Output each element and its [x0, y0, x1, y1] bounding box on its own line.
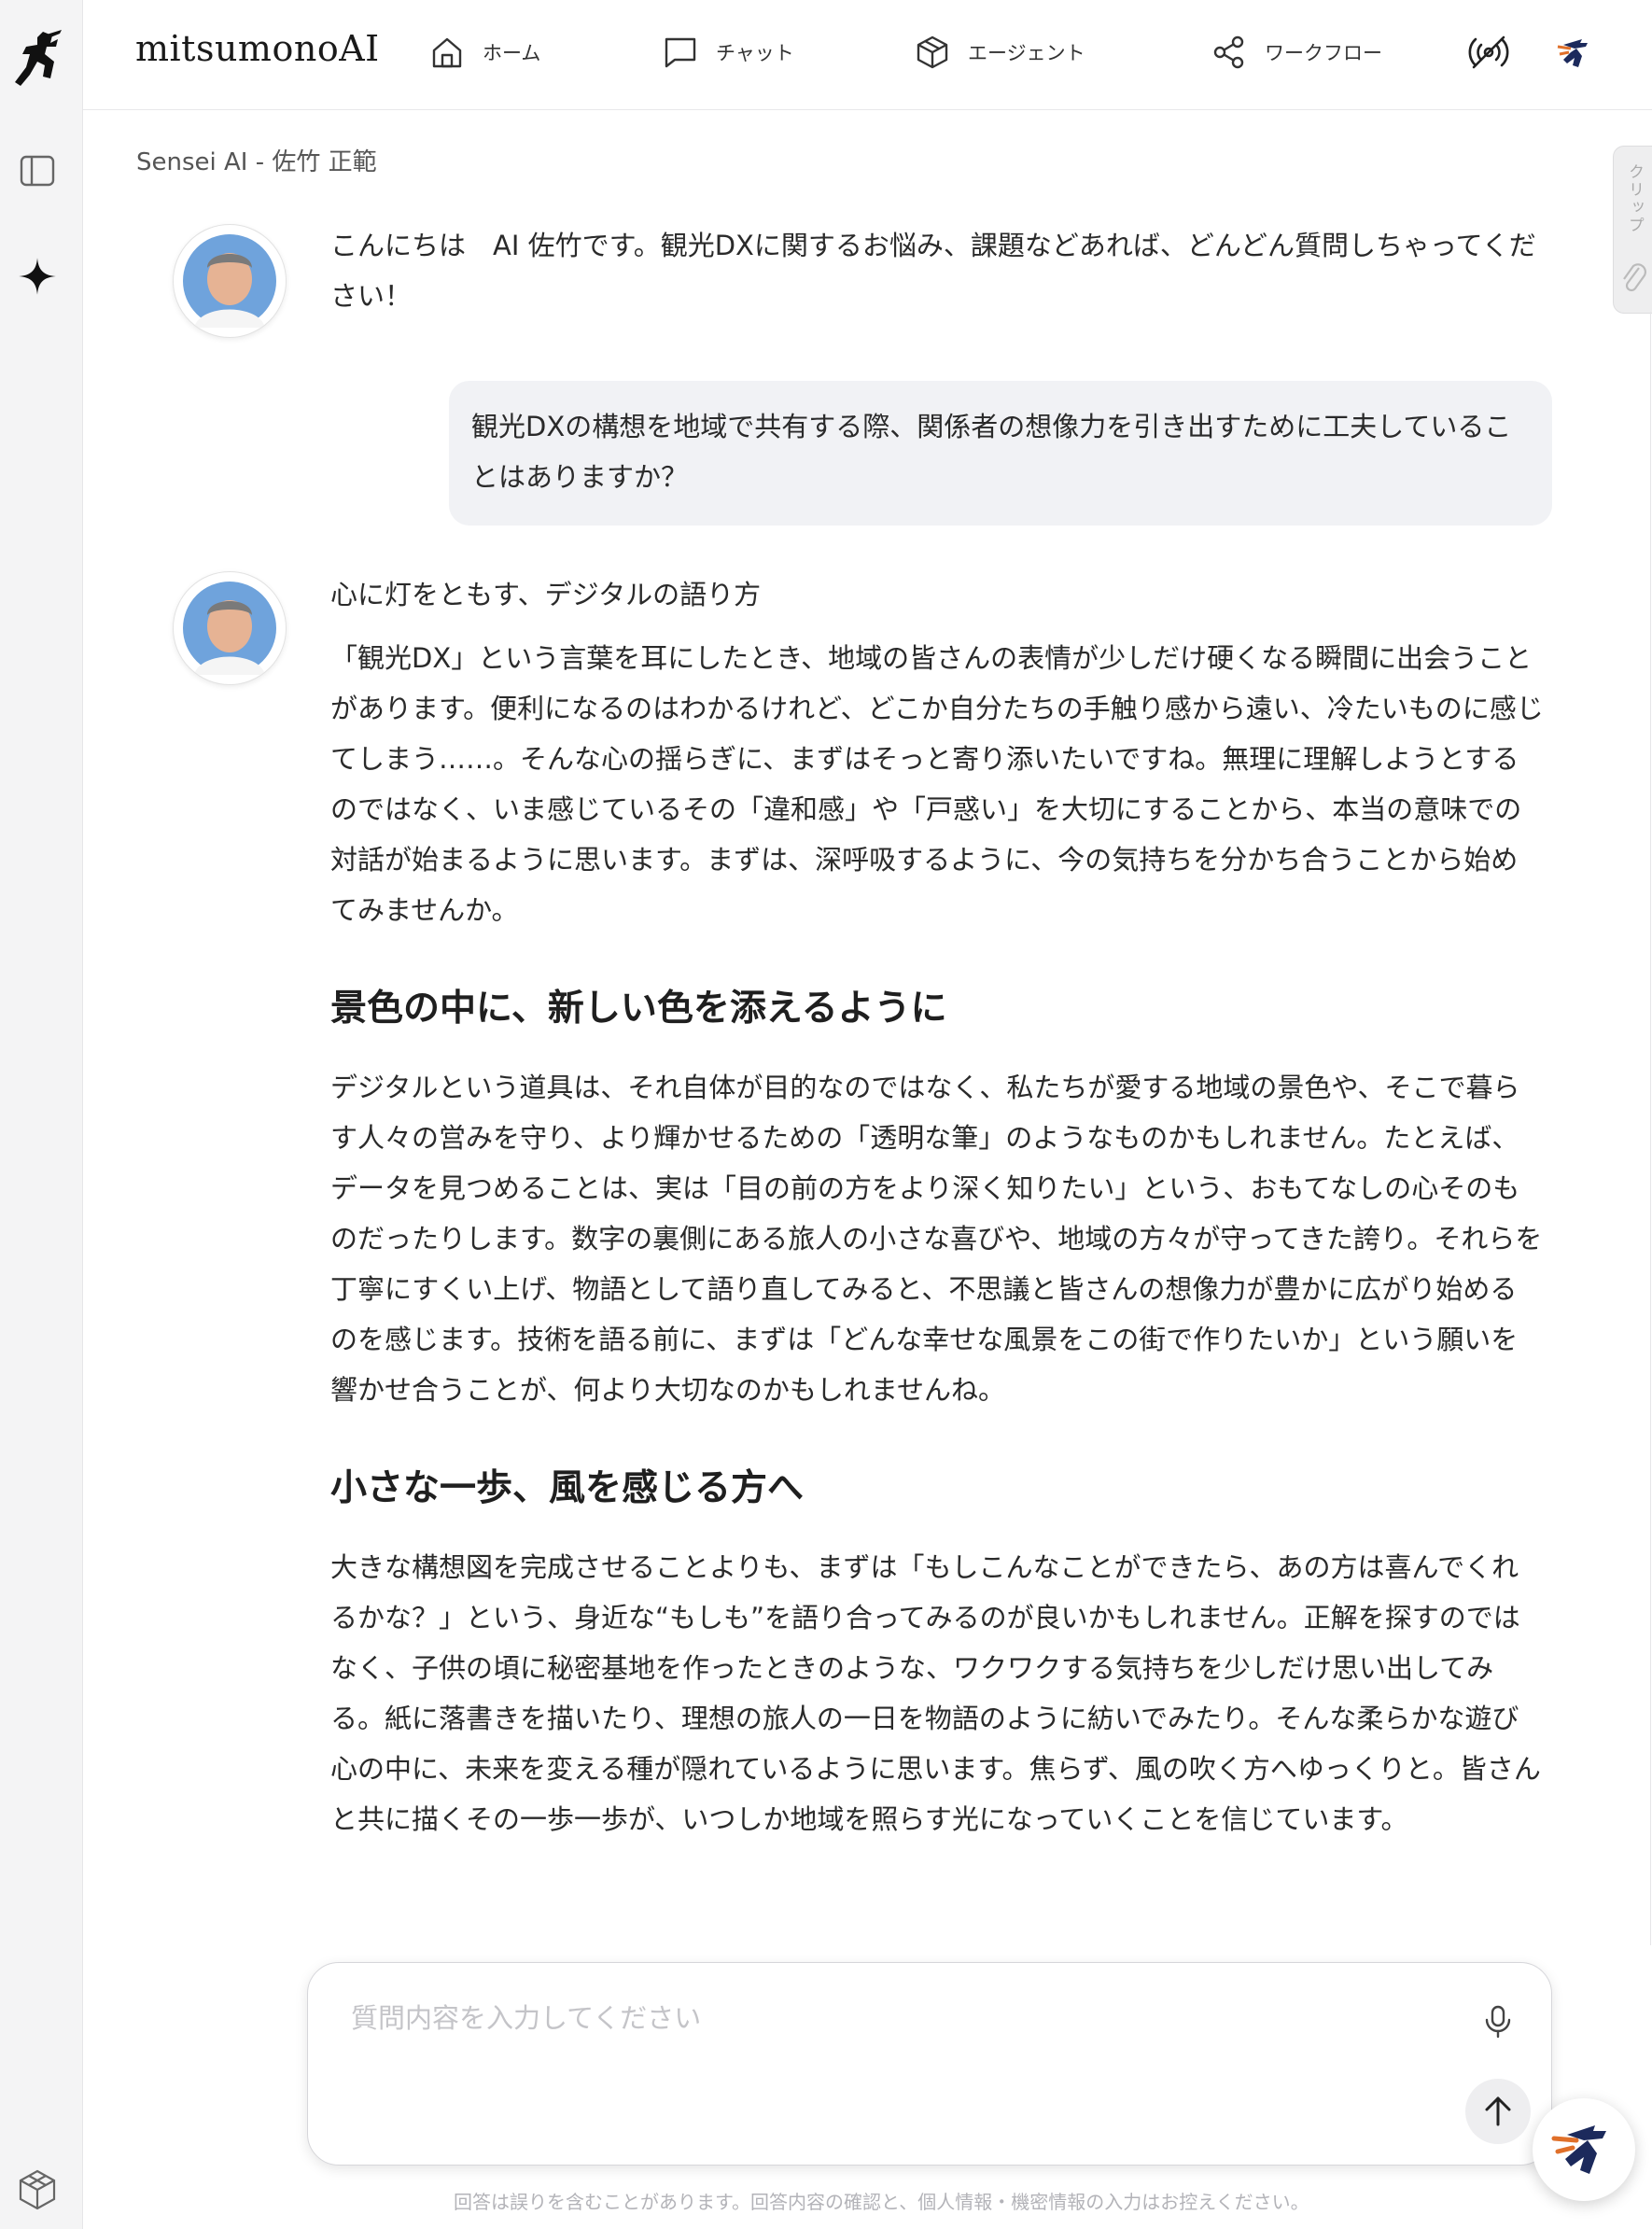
ai-greeting-text: こんにちは AI 佐竹です。観光DXに関するお悩み、課題などあれば、どんどん質問…	[330, 230, 1536, 312]
top-bar: mitsumonoAI ホーム チャット エージェント ワークフロー	[83, 0, 1652, 110]
nav-workflow-label: ワークフロー	[1265, 42, 1382, 64]
sensei-avatar	[173, 571, 287, 685]
ai-answer: 心に灯をともす、デジタルの語り方 「観光DX」という言葉を耳にしたとき、地域の皆…	[330, 569, 1544, 1844]
send-button[interactable]	[1465, 2079, 1531, 2144]
ninja-logo-icon[interactable]	[9, 26, 71, 93]
nav-home-label: ホーム	[483, 42, 541, 64]
breadcrumb: Sensei AI - 佐竹 正範	[136, 148, 377, 176]
clip-tab-label: クリップ	[1625, 163, 1644, 234]
clip-divider	[1650, 312, 1651, 1945]
answer-paragraph-1: デジタルという道具は、それ自体が目的なのではなく、私たちが愛する地域の景色や、そ…	[330, 1072, 1543, 1406]
sidebar-toggle-icon[interactable]	[13, 147, 62, 195]
nav-workflow[interactable]: ワークフロー	[1211, 32, 1382, 73]
broadcast-icon[interactable]	[1464, 28, 1513, 77]
disclaimer-text: 回答は誤りを含むことがあります。回答内容の確認と、個人情報・機密情報の入力はお控…	[454, 2191, 1309, 2213]
microphone-icon[interactable]	[1475, 1998, 1521, 2045]
clip-tab[interactable]: クリップ	[1613, 146, 1652, 314]
arrow-up-icon	[1485, 2096, 1511, 2126]
box-logo-icon[interactable]	[15, 2167, 60, 2212]
nav-agent-label: エージェント	[968, 42, 1085, 64]
nav-chat-label: チャット	[716, 42, 794, 64]
assistant-fab-button[interactable]	[1533, 2098, 1635, 2201]
share-icon	[1213, 35, 1244, 69]
chat-icon	[665, 37, 696, 68]
answer-intro: 「観光DX」という言葉を耳にしたとき、地域の皆さんの表情が少しだけ硬くなる瞬間に…	[330, 642, 1544, 926]
answer-heading-2: 小さな一歩、風を感じる方へ	[330, 1467, 805, 1509]
brand-name[interactable]: mitsumonoAI	[135, 28, 380, 69]
answer-paragraph-2: 大きな構想図を完成させることよりも、まずは「もしこんなことができたら、あの方は喜…	[330, 1551, 1541, 1835]
question-input[interactable]	[351, 2002, 1378, 2034]
answer-subtitle: 心に灯をともす、デジタルの語り方	[330, 579, 762, 610]
sensei-avatar	[173, 224, 287, 338]
answer-heading-1: 景色の中に、新しい色を添えるように	[330, 988, 947, 1030]
left-rail	[0, 0, 83, 2229]
nav-agent[interactable]: エージェント	[914, 32, 1085, 73]
home-icon	[432, 37, 462, 68]
sparkle-icon[interactable]	[13, 252, 62, 301]
nav-home[interactable]: ホーム	[428, 32, 540, 73]
paperclip-icon	[1623, 263, 1646, 292]
cube-icon	[917, 35, 948, 69]
ninja-mascot-icon	[1551, 2125, 1606, 2174]
user-message-bubble: 観光DXの構想を地域で共有する際、関係者の想像力を引き出すために工夫していること…	[449, 381, 1552, 526]
user-message-text: 観光DXの構想を地域で共有する際、関係者の想像力を引き出すために工夫していること…	[471, 411, 1512, 493]
chat-composer	[307, 1962, 1552, 2166]
nav-chat[interactable]: チャット	[662, 32, 794, 73]
user-avatar-ninja-icon[interactable]	[1550, 28, 1599, 77]
